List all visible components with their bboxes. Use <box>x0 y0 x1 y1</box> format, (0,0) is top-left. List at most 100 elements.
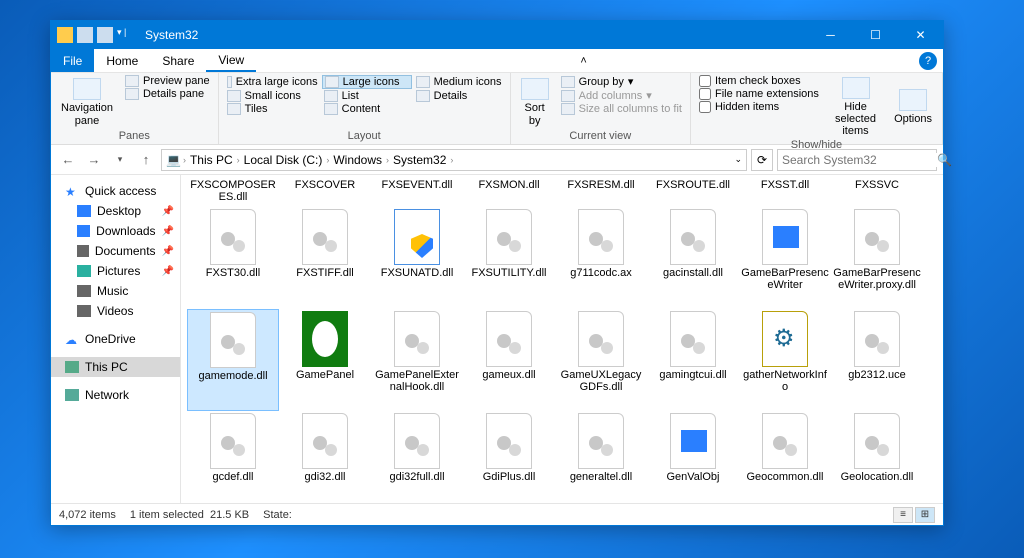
file-item[interactable]: gacinstall.dll <box>647 207 739 309</box>
breadcrumb-item[interactable]: Windows <box>331 153 384 167</box>
layout-xl[interactable]: Extra large icons <box>225 75 320 89</box>
file-name: FXST30.dll <box>206 267 260 279</box>
breadcrumb-item[interactable]: System32 <box>391 153 448 167</box>
breadcrumb-item[interactable]: This PC <box>188 153 235 167</box>
size-columns[interactable]: Size all columns to fit <box>559 103 684 115</box>
file-item[interactable]: FXSMON.dll <box>463 177 555 207</box>
details-pane-button[interactable]: Details pane <box>123 88 212 100</box>
file-item[interactable]: GamePanel <box>279 309 371 411</box>
layout-large[interactable]: Large icons <box>322 75 412 89</box>
file-item[interactable]: gdi32.dll <box>279 411 371 503</box>
close-button[interactable]: ✕ <box>898 21 943 49</box>
search-box[interactable]: 🔍 <box>777 149 937 171</box>
nav-onedrive[interactable]: ☁OneDrive <box>51 329 180 349</box>
minimize-ribbon-icon[interactable]: ˄ <box>580 55 586 67</box>
item-checkboxes[interactable]: Item check boxes <box>697 75 821 87</box>
options-button[interactable]: Options <box>890 75 936 139</box>
file-item[interactable]: Geocommon.dll <box>739 411 831 503</box>
layout-medium[interactable]: Medium icons <box>414 75 504 89</box>
file-name: generaltel.dll <box>570 471 632 483</box>
file-icon <box>210 312 256 368</box>
up-button[interactable]: ↑ <box>135 149 157 171</box>
file-item[interactable]: gameux.dll <box>463 309 555 411</box>
ribbon-tabs: File Home Share View ˄ ? <box>51 49 943 73</box>
quick-access[interactable]: ★Quick access <box>51 181 180 201</box>
file-item[interactable]: FXSUNATD.dll <box>371 207 463 309</box>
layout-list[interactable]: List <box>322 90 412 102</box>
maximize-button[interactable]: ☐ <box>853 21 898 49</box>
tab-home[interactable]: Home <box>94 49 150 72</box>
qa-btn[interactable] <box>97 27 113 43</box>
file-list[interactable]: FXSCOMPOSERES.dllFXSCOVERFXSEVENT.dllFXS… <box>181 175 943 503</box>
file-item[interactable]: GenValObj <box>647 411 739 503</box>
file-extensions[interactable]: File name extensions <box>697 88 821 100</box>
nav-desktop[interactable]: Desktop📌 <box>51 201 180 221</box>
view-large-button[interactable]: ⊞ <box>915 507 935 523</box>
hide-selected-button[interactable]: Hide selected items <box>827 75 884 139</box>
file-name: g711codc.ax <box>570 267 632 279</box>
minimize-button[interactable]: ─ <box>808 21 853 49</box>
forward-button[interactable]: → <box>83 149 105 171</box>
file-item[interactable]: FXSEVENT.dll <box>371 177 463 207</box>
ribbon-group-panes: Navigation pane Preview pane Details pan… <box>51 73 219 144</box>
file-item[interactable]: GamePanelExternalHook.dll <box>371 309 463 411</box>
breadcrumb-item[interactable]: Local Disk (C:) <box>242 153 325 167</box>
tab-file[interactable]: File <box>51 49 94 72</box>
tab-share[interactable]: Share <box>150 49 206 72</box>
file-item[interactable]: FXSCOVER <box>279 177 371 207</box>
details-icon <box>125 88 139 100</box>
file-item[interactable]: FXSSVC <box>831 177 923 207</box>
breadcrumb-dropdown-icon[interactable]: ⌄ <box>734 154 742 165</box>
group-by[interactable]: Group by ▾ <box>559 75 684 88</box>
file-item[interactable]: gb2312.uce <box>831 309 923 411</box>
nav-thispc[interactable]: This PC <box>51 357 180 377</box>
file-item[interactable]: gcdef.dll <box>187 411 279 503</box>
file-item[interactable]: GameUXLegacyGDFs.dll <box>555 309 647 411</box>
file-item[interactable]: GameBarPresenceWriter <box>739 207 831 309</box>
sort-by-button[interactable]: Sort by <box>517 75 553 130</box>
view-details-button[interactable]: ≡ <box>893 507 913 523</box>
search-input[interactable] <box>782 153 937 167</box>
file-name: GdiPlus.dll <box>483 471 536 483</box>
file-item[interactable]: gamemode.dll <box>187 309 279 411</box>
breadcrumb[interactable]: 💻› This PC› Local Disk (C:)› Windows› Sy… <box>161 149 747 171</box>
nav-music[interactable]: Music <box>51 281 180 301</box>
file-item[interactable]: gdi32full.dll <box>371 411 463 503</box>
file-item[interactable]: FXSCOMPOSERES.dll <box>187 177 279 207</box>
file-item[interactable]: FXST30.dll <box>187 207 279 309</box>
add-columns[interactable]: Add columns ▾ <box>559 89 684 102</box>
file-item[interactable]: generaltel.dll <box>555 411 647 503</box>
file-item[interactable]: gamingtcui.dll <box>647 309 739 411</box>
file-item[interactable]: FXSROUTE.dll <box>647 177 739 207</box>
layout-details[interactable]: Details <box>414 90 504 102</box>
nav-network[interactable]: Network <box>51 385 180 405</box>
help-button[interactable]: ? <box>919 52 937 70</box>
hidden-items[interactable]: Hidden items <box>697 101 821 113</box>
file-item[interactable]: FXSST.dll <box>739 177 831 207</box>
nav-videos[interactable]: Videos <box>51 301 180 321</box>
file-item[interactable]: gatherNetworkInfo <box>739 309 831 411</box>
file-item[interactable]: FXSRESM.dll <box>555 177 647 207</box>
file-name: gamingtcui.dll <box>659 369 726 381</box>
file-item[interactable]: g711codc.ax <box>555 207 647 309</box>
qa-btn[interactable] <box>77 27 93 43</box>
recent-dropdown[interactable]: ▾ <box>109 149 131 171</box>
nav-pictures[interactable]: Pictures📌 <box>51 261 180 281</box>
preview-pane-button[interactable]: Preview pane <box>123 75 212 87</box>
navigation-pane-button[interactable]: Navigation pane <box>57 75 117 130</box>
file-item[interactable]: GdiPlus.dll <box>463 411 555 503</box>
back-button[interactable]: ← <box>57 149 79 171</box>
file-item[interactable]: GameBarPresenceWriter.proxy.dll <box>831 207 923 309</box>
file-item[interactable]: FXSUTILITY.dll <box>463 207 555 309</box>
nav-downloads[interactable]: Downloads📌 <box>51 221 180 241</box>
qa-dropdown-icon[interactable]: ▾ | <box>117 27 133 43</box>
nav-documents[interactable]: Documents📌 <box>51 241 180 261</box>
file-item[interactable]: Geolocation.dll <box>831 411 923 503</box>
tab-view[interactable]: View <box>206 49 256 72</box>
refresh-button[interactable]: ⟳ <box>751 149 773 171</box>
titlebar: ▾ | System32 ─ ☐ ✕ <box>51 21 943 49</box>
layout-content[interactable]: Content <box>322 103 412 115</box>
file-item[interactable]: FXSTIFF.dll <box>279 207 371 309</box>
layout-small[interactable]: Small icons <box>225 90 320 102</box>
layout-tiles[interactable]: Tiles <box>225 103 320 115</box>
